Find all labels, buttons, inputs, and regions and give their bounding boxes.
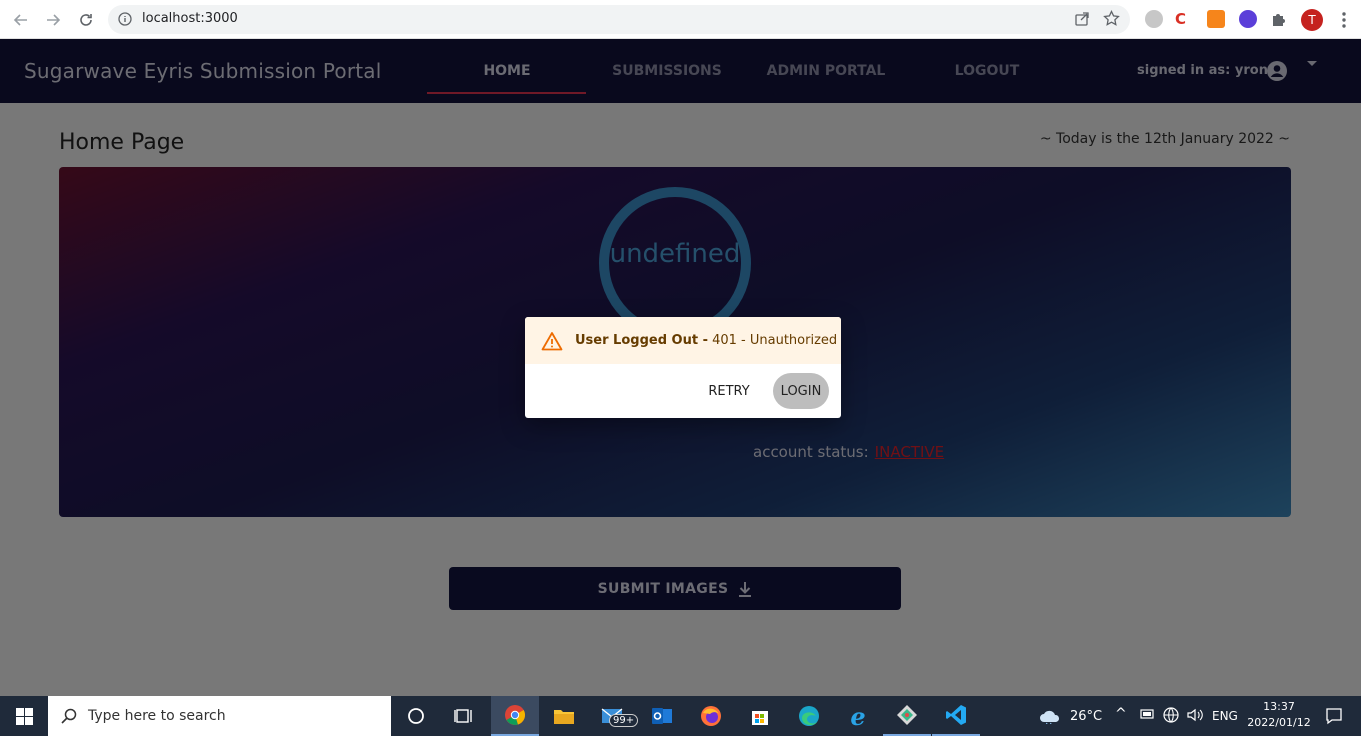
cortana-icon[interactable] [392,696,440,736]
taskbar-clock[interactable]: 13:37 2022/01/12 [1244,699,1314,731]
profile-avatar[interactable]: T [1301,9,1323,31]
address-bar[interactable]: localhost:3000 [108,5,1130,34]
weather-temp[interactable]: 26°C [1070,709,1102,724]
outlook-icon[interactable] [638,696,686,736]
alert-detail: 401 - Unauthorized [712,333,838,348]
microsoft-store-icon[interactable] [736,696,784,736]
alert-title: User Logged Out - [575,333,708,348]
site-info-icon[interactable] [118,12,132,26]
firefox-icon[interactable] [687,696,735,736]
mail-icon[interactable]: 99+ [589,696,639,736]
git-kraken-icon[interactable] [883,696,931,736]
browser-toolbar: localhost:3000 C T [0,0,1361,39]
network-globe-icon[interactable] [1162,706,1180,727]
forward-icon[interactable] [42,9,64,31]
file-explorer-icon[interactable] [540,696,588,736]
input-language[interactable]: ENG [1212,709,1238,723]
login-button[interactable]: LOGIN [773,373,829,409]
extensions-puzzle-icon[interactable] [1270,10,1288,28]
reload-icon[interactable] [75,9,97,31]
browser-menu-icon[interactable] [1336,10,1352,30]
taskbar-search[interactable]: Type here to search [48,696,391,736]
extension-icon[interactable] [1145,10,1163,28]
share-icon[interactable] [1074,11,1090,31]
back-icon[interactable] [10,9,32,31]
vscode-icon[interactable] [932,696,980,736]
search-icon [61,708,77,724]
edge-icon[interactable] [785,696,833,736]
windows-taskbar: Type here to search 99+ e 26°C ^ ENG 13:… [0,696,1361,736]
extension-c-icon[interactable]: C [1175,10,1193,28]
task-view-icon[interactable] [440,696,488,736]
clock-date: 2022/01/12 [1247,716,1311,729]
tray-overflow-chevron-icon[interactable]: ^ [1115,706,1127,722]
notifications-icon[interactable] [1325,707,1343,728]
chrome-icon[interactable] [491,696,539,736]
url-text: localhost:3000 [142,11,238,26]
volume-icon[interactable] [1186,707,1204,726]
alert-message: User Logged Out - 401 - Unauthorized [575,333,837,348]
extension-circle-icon[interactable] [1239,10,1257,28]
search-placeholder: Type here to search [88,708,226,724]
clock-time: 13:37 [1263,700,1295,713]
warning-triangle-icon [541,332,563,351]
warning-alert: User Logged Out - 401 - Unauthorized [525,317,841,364]
logged-out-dialog: User Logged Out - 401 - Unauthorized RET… [525,317,841,418]
retry-button[interactable]: RETRY [699,375,759,407]
weather-cloud-icon[interactable] [1026,696,1074,736]
battery-icon[interactable] [1139,707,1155,724]
mail-badge: 99+ [609,714,639,727]
windows-start-icon[interactable] [16,708,33,725]
bookmark-star-icon[interactable] [1103,9,1120,31]
internet-explorer-icon[interactable]: e [834,696,882,736]
metamask-fox-icon[interactable] [1207,10,1225,28]
